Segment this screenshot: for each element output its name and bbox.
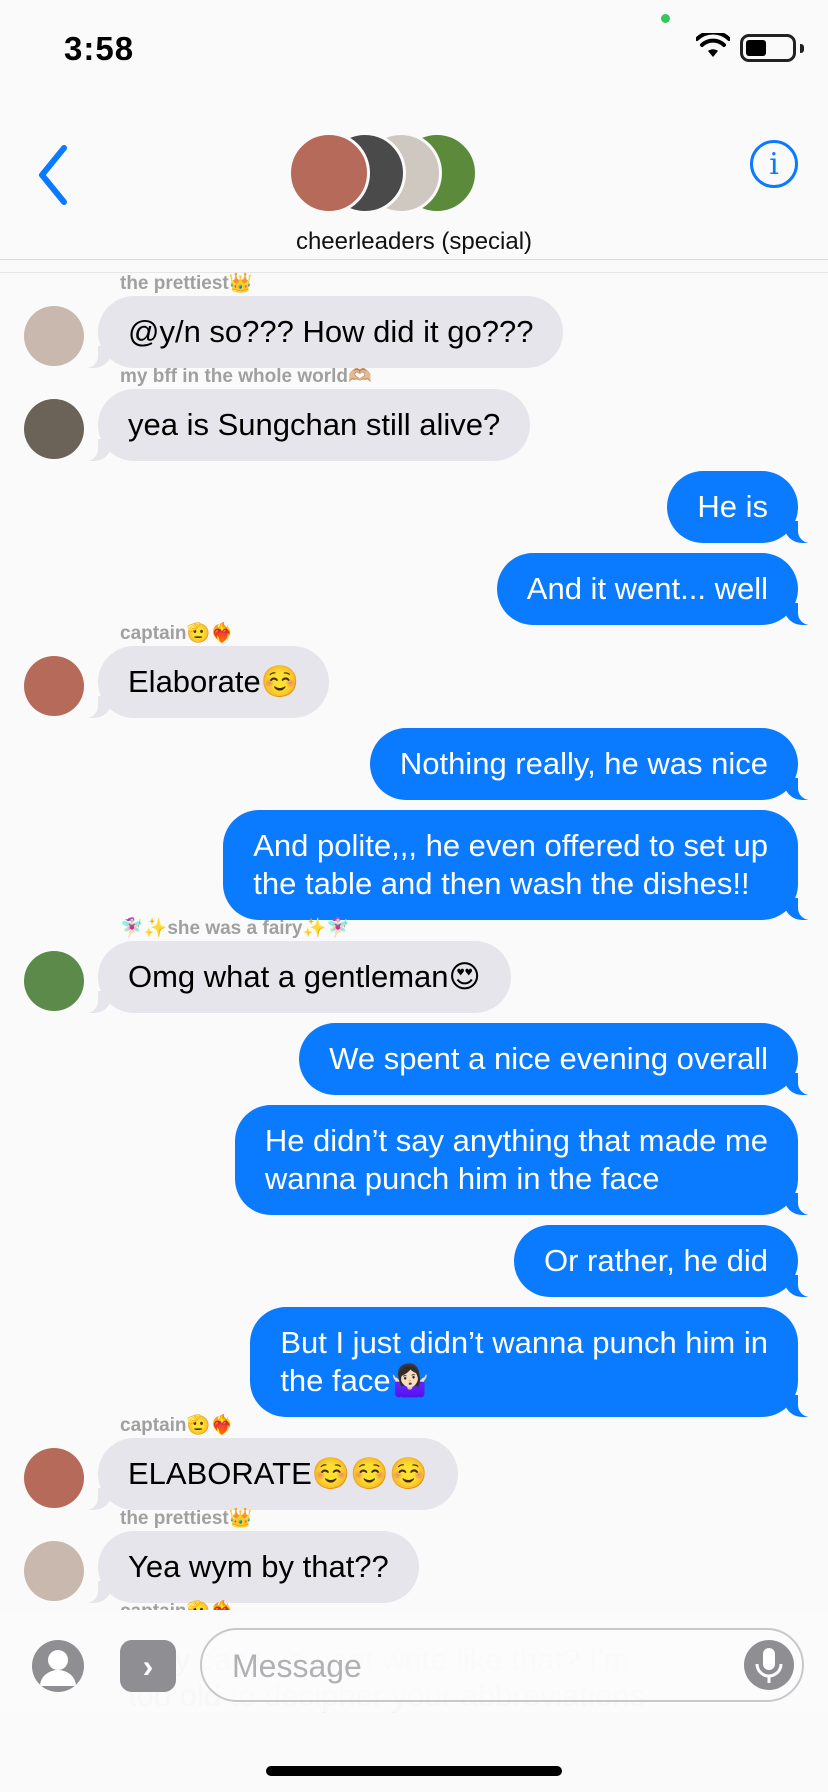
outgoing-message-bubble[interactable]: We spent a nice evening overall xyxy=(299,1023,818,1095)
sender-name: captain🫡❤️‍🔥 xyxy=(120,1599,234,1610)
message-text: And it went... well xyxy=(526,571,768,606)
chevron-left-icon[interactable] xyxy=(30,140,80,210)
person-circle-icon[interactable] xyxy=(32,1640,84,1692)
info-circle-icon[interactable]: i xyxy=(750,140,798,188)
message-text: ELABORATE☺️☺️☺️ xyxy=(128,1456,428,1491)
message-text: @y/n so??? How did it go??? xyxy=(128,314,534,349)
outgoing-message-bubble[interactable]: Or rather, he did xyxy=(513,1225,819,1297)
chevron-right-icon[interactable]: › xyxy=(120,1640,176,1692)
incoming-message-bubble[interactable]: Omg what a gentleman😍 xyxy=(78,941,511,1013)
outgoing-message-bubble[interactable]: Nothing really, he was nice xyxy=(369,728,819,800)
conversation-header: cheerleaders (special) i xyxy=(0,100,828,273)
message-list[interactable]: the prettiest👑 @y/n so??? How did it go??… xyxy=(0,270,828,1610)
status-time: 3:58 xyxy=(64,30,135,67)
message-text: He didn’t say anything that made me xyxy=(264,1123,768,1158)
message-text: the face🤷🏻‍♀️ xyxy=(280,1363,430,1398)
message-text: But I just didn’t wanna punch him in xyxy=(280,1325,768,1360)
sender-avatar[interactable] xyxy=(24,1541,84,1601)
message-text: the table and then wash the dishes!! xyxy=(253,866,750,901)
sender-name: my bff in the whole world🫶🏼 xyxy=(120,366,372,387)
message-input[interactable]: Message xyxy=(200,1628,804,1702)
incoming-message-bubble[interactable]: Yea wym by that?? xyxy=(78,1531,419,1603)
sender-name: the prettiest👑 xyxy=(120,1508,253,1529)
message-text: He is xyxy=(697,489,768,524)
microphone-icon[interactable] xyxy=(744,1640,794,1690)
message-text: yea is Sungchan still alive? xyxy=(128,407,501,442)
home-indicator[interactable] xyxy=(266,1766,562,1776)
status-bar: 3:58 xyxy=(0,0,828,100)
sender-avatar[interactable] xyxy=(24,656,84,716)
outgoing-message-bubble[interactable]: He is xyxy=(667,471,818,543)
outgoing-message-bubble[interactable]: And it went... well xyxy=(496,553,819,625)
message-text: Omg what a gentleman😍 xyxy=(128,959,481,994)
message-text: Yea wym by that?? xyxy=(128,1549,389,1584)
sender-name: captain🫡❤️‍🔥 xyxy=(120,623,234,644)
outgoing-message-bubble[interactable]: And polite,,, he even offered to set up t… xyxy=(223,810,818,920)
sender-name: 🧚🏻‍♀️✨she was a fairy✨🧚🏻‍♀️ xyxy=(120,918,350,939)
wifi-icon xyxy=(696,33,730,57)
group-member-avatar xyxy=(288,132,370,214)
message-text: Or rather, he did xyxy=(543,1243,768,1278)
incoming-message-bubble[interactable]: @y/n so??? How did it go??? xyxy=(77,296,564,368)
incoming-message-bubble[interactable]: ELABORATE☺️☺️☺️ xyxy=(78,1438,458,1510)
sender-name: the prettiest👑 xyxy=(120,273,253,294)
outgoing-message-bubble[interactable]: But I just didn’t wanna punch him in the … xyxy=(250,1307,818,1417)
message-text: And polite,,, he even offered to set up xyxy=(253,828,768,863)
group-avatar-stack[interactable] xyxy=(288,132,488,216)
battery-icon xyxy=(740,34,796,62)
outgoing-message-bubble[interactable]: He didn’t say anything that made me wanna… xyxy=(234,1105,819,1215)
sender-avatar[interactable] xyxy=(24,399,84,459)
privacy-indicator xyxy=(661,14,670,23)
group-name[interactable]: cheerleaders (special) xyxy=(0,228,828,256)
sender-name: captain🫡❤️‍🔥 xyxy=(120,1415,234,1436)
message-text: Nothing really, he was nice xyxy=(399,746,768,781)
compose-bar: › Message xyxy=(0,1612,828,1712)
sender-avatar[interactable] xyxy=(24,951,84,1011)
message-text: Elaborate☺️ xyxy=(128,664,300,699)
message-placeholder: Message xyxy=(232,1648,362,1684)
incoming-message-bubble[interactable]: Elaborate☺️ xyxy=(77,646,330,718)
message-text: We spent a nice evening overall xyxy=(329,1041,768,1076)
message-text: wanna punch him in the face xyxy=(264,1161,660,1196)
incoming-message-bubble[interactable]: yea is Sungchan still alive? xyxy=(77,389,531,461)
sender-avatar[interactable] xyxy=(24,306,84,366)
sender-avatar[interactable] xyxy=(24,1448,84,1508)
